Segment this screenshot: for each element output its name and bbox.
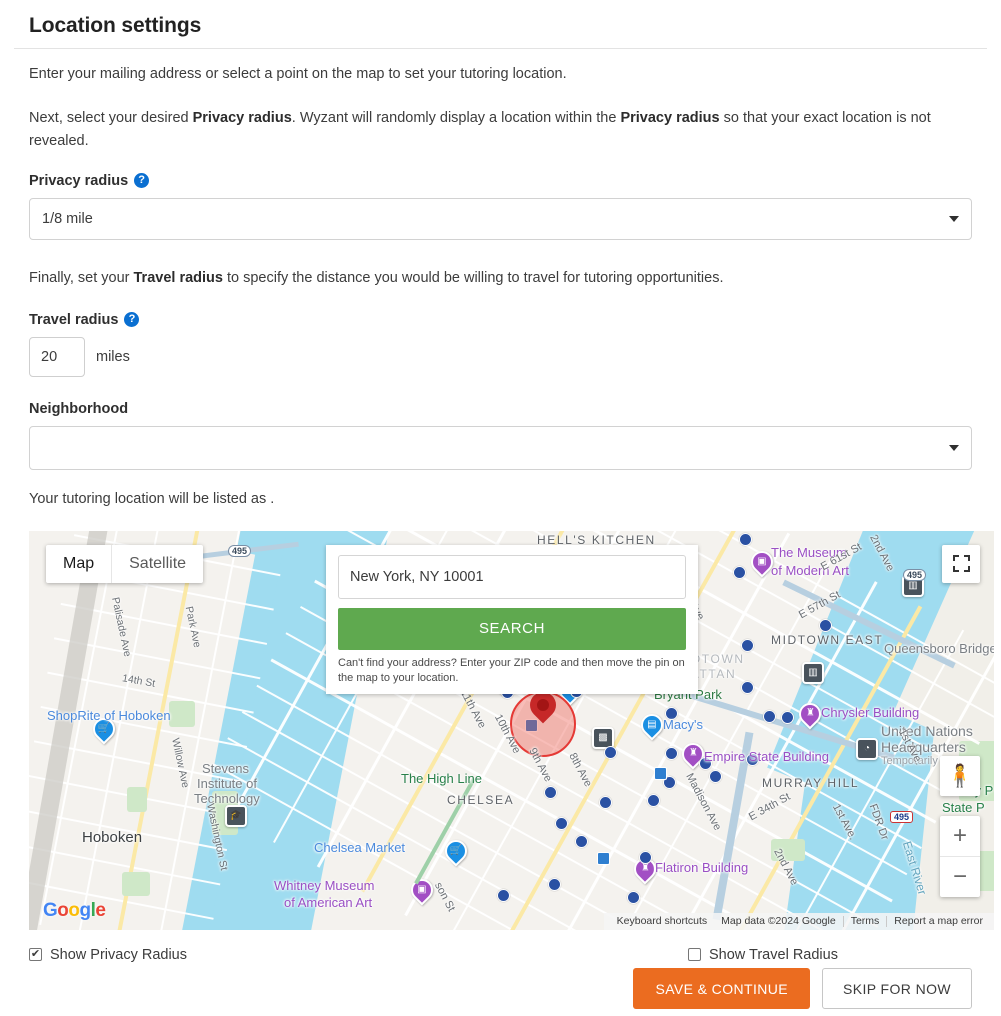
location-settings-page: Location settings Enter your mailing add… bbox=[0, 0, 1001, 1016]
map-zoom-control[interactable]: + − bbox=[940, 816, 980, 897]
privacy-radius-select[interactable]: 1/8 mile bbox=[29, 198, 972, 240]
footer-actions: SAVE & CONTINUE SKIP FOR NOW bbox=[633, 968, 972, 1009]
map-attribution: Keyboard shortcuts Map data ©2024 Google… bbox=[604, 913, 994, 930]
map-type-satellite-button[interactable]: Satellite bbox=[112, 545, 203, 583]
pegman-icon: 🧍 bbox=[946, 763, 973, 789]
google-logo-g: G bbox=[43, 900, 57, 921]
highway-shield-9a: 495 bbox=[903, 569, 926, 581]
travel-radius-row: 20 miles bbox=[29, 337, 972, 377]
intro-2-privacy-radius-strong-2: Privacy radius bbox=[620, 110, 719, 126]
map-data-text: Map data ©2024 Google bbox=[714, 915, 843, 927]
zoom-in-button[interactable]: + bbox=[940, 816, 980, 856]
travel-radius-label-row: Travel radius ? bbox=[29, 312, 972, 328]
page-title: Location settings bbox=[0, 0, 1001, 48]
save-and-continue-button[interactable]: SAVE & CONTINUE bbox=[633, 968, 810, 1009]
google-logo-o1: o bbox=[57, 900, 68, 921]
report-map-error-link[interactable]: Report a map error bbox=[887, 915, 990, 927]
show-privacy-radius-checkbox[interactable]: Show Privacy Radius bbox=[29, 947, 187, 963]
search-button[interactable]: SEARCH bbox=[338, 608, 686, 650]
listed-as-text: Your tutoring location will be listed as… bbox=[29, 470, 972, 511]
pegman-street-view-control[interactable]: 🧍 bbox=[940, 756, 980, 796]
intro-3-part-a: Finally, set your bbox=[29, 270, 134, 286]
location-map[interactable]: ▣ ♜ ♜ ♜ ▣ ◉ ▤ ▤ 🛒 🛒 🎓 ▩ ◔ ▥ ▥ bbox=[29, 531, 994, 930]
show-travel-radius-checkbox[interactable]: Show Travel Radius bbox=[688, 947, 838, 963]
travel-radius-label: Travel radius bbox=[29, 312, 118, 328]
intro-3-part-c: to specify the distance you would be wil… bbox=[223, 270, 724, 286]
google-logo-g2: g bbox=[80, 900, 91, 921]
neighborhood-select[interactable] bbox=[29, 426, 972, 470]
help-icon[interactable]: ? bbox=[124, 312, 139, 327]
google-logo-o2: o bbox=[68, 900, 79, 921]
fullscreen-button[interactable] bbox=[942, 545, 980, 583]
privacy-radius-label-row: Privacy radius ? bbox=[29, 173, 972, 189]
highway-shield-495: 495 bbox=[228, 545, 251, 557]
zoom-out-button[interactable]: − bbox=[940, 857, 980, 897]
checkbox-privacy-box[interactable] bbox=[29, 948, 42, 961]
neighborhood-label-row: Neighborhood bbox=[29, 401, 972, 417]
privacy-radius-label: Privacy radius bbox=[29, 173, 128, 189]
fullscreen-icon bbox=[953, 555, 970, 572]
landmark-pin[interactable]: ▥ bbox=[802, 662, 824, 684]
privacy-radius-value: 1/8 mile bbox=[42, 211, 93, 227]
travel-radius-units: miles bbox=[96, 349, 130, 365]
intro-2-privacy-radius-strong: Privacy radius bbox=[193, 110, 292, 126]
show-travel-radius-label: Show Travel Radius bbox=[709, 947, 838, 963]
google-logo: Google bbox=[43, 900, 105, 922]
intro-2-part-a: Next, select your desired bbox=[29, 110, 193, 126]
intro-3-travel-radius-strong: Travel radius bbox=[134, 270, 223, 286]
skip-for-now-button[interactable]: SKIP FOR NOW bbox=[822, 968, 972, 1009]
chevron-down-icon bbox=[949, 216, 959, 222]
intro-paragraph-3: Finally, set your Travel radius to speci… bbox=[29, 240, 972, 290]
travel-radius-input[interactable]: 20 bbox=[29, 337, 85, 377]
united-nations-pin[interactable]: ◔ bbox=[856, 738, 878, 760]
chevron-down-icon bbox=[949, 445, 959, 451]
neighborhood-label: Neighborhood bbox=[29, 401, 128, 417]
map-type-map-button[interactable]: Map bbox=[46, 545, 111, 583]
checkbox-travel-box[interactable] bbox=[688, 948, 701, 961]
radius-toggles-row: Show Privacy Radius Show Travel Radius bbox=[0, 944, 1001, 966]
keyboard-shortcuts-link[interactable]: Keyboard shortcuts bbox=[610, 915, 714, 927]
show-privacy-radius-label: Show Privacy Radius bbox=[50, 947, 187, 963]
address-search-input[interactable]: New York, NY 10001 bbox=[338, 555, 686, 599]
intro-paragraph-1: Enter your mailing address or select a p… bbox=[29, 49, 972, 86]
intro-paragraph-2: Next, select your desired Privacy radius… bbox=[29, 86, 959, 153]
intro-2-part-c: . Wyzant will randomly display a locatio… bbox=[292, 110, 621, 126]
highway-shield-495-b: 495 bbox=[890, 811, 913, 823]
terms-link[interactable]: Terms bbox=[844, 915, 887, 927]
map-search-panel: New York, NY 10001 SEARCH Can't find you… bbox=[326, 545, 698, 694]
google-logo-e: e bbox=[95, 900, 105, 921]
map-type-control[interactable]: Map Satellite bbox=[46, 545, 203, 583]
search-hint-text: Can't find your address? Enter your ZIP … bbox=[338, 656, 686, 686]
stevens-institute-pin[interactable]: 🎓 bbox=[225, 805, 247, 827]
help-icon[interactable]: ? bbox=[134, 173, 149, 188]
